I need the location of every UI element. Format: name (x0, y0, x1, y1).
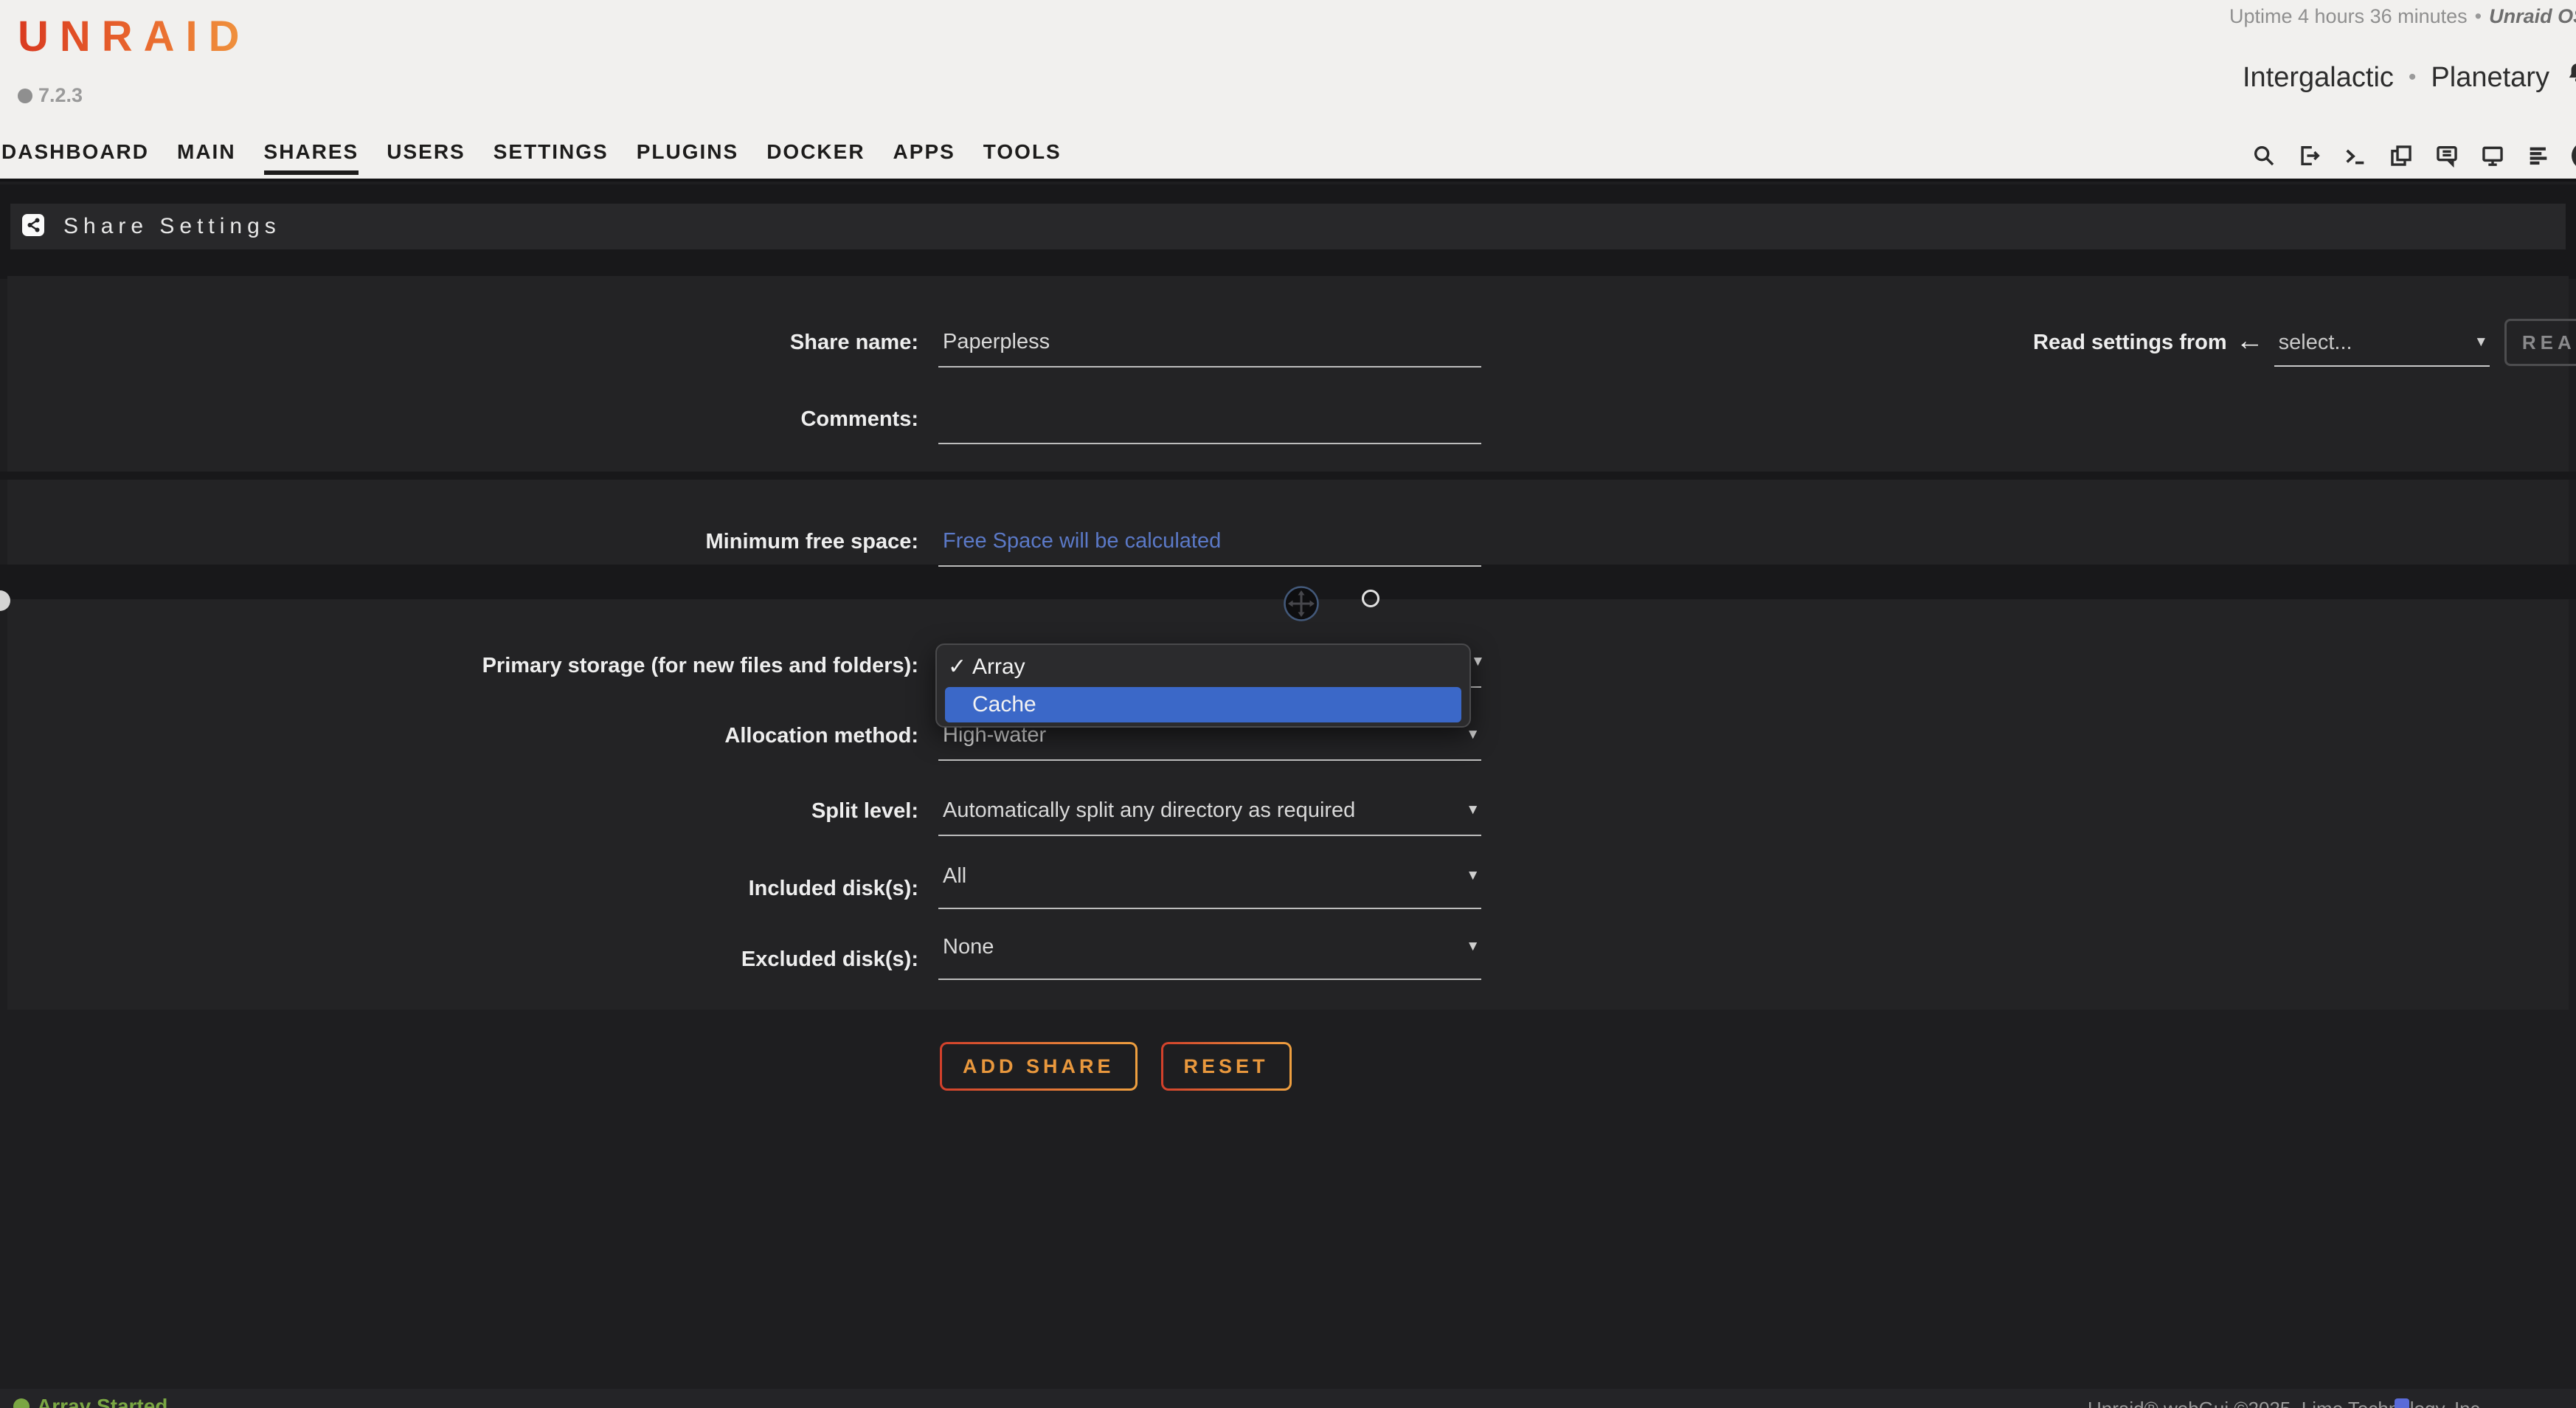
allocation-method-label: Allocation method: (0, 711, 918, 761)
nav-item-settings[interactable]: SETTINGS (494, 140, 609, 170)
min-free-space-input[interactable] (938, 517, 1481, 565)
nav-item-plugins[interactable]: PLUGINS (637, 140, 738, 170)
case-icon (18, 89, 32, 103)
chevron-down-icon: ▼ (1466, 930, 1480, 964)
reset-button[interactable]: RESET (1161, 1042, 1292, 1091)
feedback-icon[interactable] (2434, 143, 2459, 168)
nav-item-apps[interactable]: APPS (893, 140, 955, 170)
log-icon[interactable] (2526, 143, 2551, 168)
included-disks-value: All (943, 859, 966, 893)
array-status: Array Started (13, 1395, 167, 1408)
share-name-field (938, 317, 1481, 367)
server-description: Planetary (2431, 62, 2549, 94)
share-settings-icon (22, 214, 44, 240)
excluded-disks-select[interactable]: None ▼ (938, 930, 1481, 980)
split-level-value: Automatically split any directory as req… (943, 786, 1355, 835)
excluded-disks-row: Excluded disk(s): None ▼ (0, 930, 2576, 980)
read-settings-label: Read settings from (2033, 331, 2227, 355)
read-settings-select[interactable]: select... ▼ (2274, 318, 2490, 367)
add-share-button[interactable]: ADD SHARE (940, 1042, 1138, 1091)
reset-button-label: RESET (1163, 1044, 1289, 1088)
select-underline-stub (1470, 686, 1481, 688)
excluded-disks-label: Excluded disk(s): (0, 930, 918, 962)
chevron-down-icon: ▼ (1466, 786, 1480, 835)
uptime-line: Uptime 4 hours 36 minutes • Unraid OS Star… (2229, 5, 2576, 28)
nav-item-tools[interactable]: TOOLS (983, 140, 1062, 170)
read-button[interactable]: READ (2504, 319, 2576, 366)
server-name: Intergalactic (2243, 62, 2394, 94)
primary-storage-label: Primary storage (for new files and folde… (0, 641, 918, 691)
nav-item-dashboard[interactable]: DASHBOARD (1, 140, 149, 170)
chevron-down-icon: ▼ (2474, 318, 2488, 367)
primary-storage-dropdown: ✓ Array Cache (935, 643, 1471, 728)
copyright-text: Unraid® webGui ©2025, Lime Technology, I… (2088, 1398, 2485, 1408)
min-free-space-field (938, 517, 1481, 567)
included-disks-select[interactable]: All ▼ (938, 859, 1481, 909)
main-nav: DASHBOARD MAIN SHARES USERS SETTINGS PLU… (1, 140, 1062, 175)
page-title-bar: Share Settings (10, 204, 2566, 249)
lime-tech-icon (2395, 1398, 2409, 1408)
logout-icon[interactable] (2297, 143, 2322, 168)
nav-item-docker[interactable]: DOCKER (766, 140, 865, 170)
comments-input[interactable] (938, 394, 1481, 443)
status-dot-icon (13, 1398, 30, 1408)
nav-item-shares[interactable]: SHARES (264, 140, 359, 175)
check-icon: ✓ (948, 649, 966, 686)
min-free-space-row: Minimum free space: (0, 517, 2576, 567)
notifications-bell-icon[interactable] (2564, 61, 2576, 94)
split-level-label: Split level: (0, 786, 918, 836)
form-actions: ADD SHARE RESET (940, 1042, 1292, 1091)
monitor-icon[interactable] (2480, 143, 2505, 168)
included-disks-row: Included disk(s): All ▼ (0, 859, 2576, 909)
excluded-disks-value: None (943, 930, 994, 964)
move-cursor-icon (1282, 584, 1320, 627)
nav-item-main[interactable]: MAIN (177, 140, 236, 170)
user-avatar-icon[interactable] (2572, 142, 2576, 170)
nav-utility-icons (2251, 142, 2576, 170)
terminal-icon[interactable] (2343, 143, 2368, 168)
unraid-share-settings-screen: UNRAID 7.2.3 Uptime 4 hours 36 minutes•U… (0, 0, 2576, 1408)
chevron-down-icon: ▼ (1466, 859, 1480, 893)
split-level-row: Split level: Automatically split any dir… (0, 786, 2576, 836)
dot-separator: • (2409, 65, 2417, 90)
comments-row: Comments: (0, 394, 2576, 444)
top-header: UNRAID 7.2.3 Uptime 4 hours 36 minutes•U… (0, 0, 2576, 182)
read-settings-group: Read settings from ← select... ▼ READ (2033, 317, 2576, 367)
split-level-select[interactable]: Automatically split any directory as req… (938, 786, 1481, 836)
share-name-label: Share name: (0, 317, 918, 367)
comments-field (938, 394, 1481, 444)
array-status-text: Array Started (37, 1395, 167, 1408)
add-share-button-label: ADD SHARE (942, 1044, 1135, 1088)
dropdown-option-array[interactable]: ✓ Array (937, 649, 1469, 686)
dropdown-option-label: Array (972, 655, 1025, 679)
comments-label: Comments: (0, 394, 918, 444)
footer-bar: Array Started Unraid® webGui ©2025, Lime… (0, 1389, 2576, 1408)
arrow-left-icon: ← (2236, 325, 2264, 357)
dot-separator: • (2475, 5, 2482, 27)
server-identity: Intergalactic • Planetary (2243, 61, 2576, 94)
dropdown-option-cache[interactable]: Cache (945, 687, 1461, 722)
dropdown-option-label: Cache (972, 692, 1036, 717)
min-free-space-label: Minimum free space: (0, 517, 918, 567)
cursor-ring-icon (1362, 590, 1379, 607)
unraid-logo[interactable]: UNRAID (18, 12, 251, 61)
os-edition: Unraid OS Starter (2489, 5, 2576, 27)
share-name-input[interactable] (938, 317, 1481, 366)
panel-divider (0, 472, 2576, 480)
included-disks-label: Included disk(s): (0, 859, 918, 891)
version-number: 7.2.3 (38, 84, 83, 107)
chevron-down-icon: ▼ (1471, 654, 1485, 670)
copy-icon[interactable] (2389, 143, 2414, 168)
uptime-text: Uptime 4 hours 36 minutes (2229, 5, 2468, 27)
page-title: Share Settings (63, 214, 281, 239)
search-icon[interactable] (2251, 143, 2276, 168)
version-indicator: 7.2.3 (18, 84, 83, 107)
read-settings-select-value: select... (2279, 318, 2352, 367)
nav-item-users[interactable]: USERS (387, 140, 465, 170)
